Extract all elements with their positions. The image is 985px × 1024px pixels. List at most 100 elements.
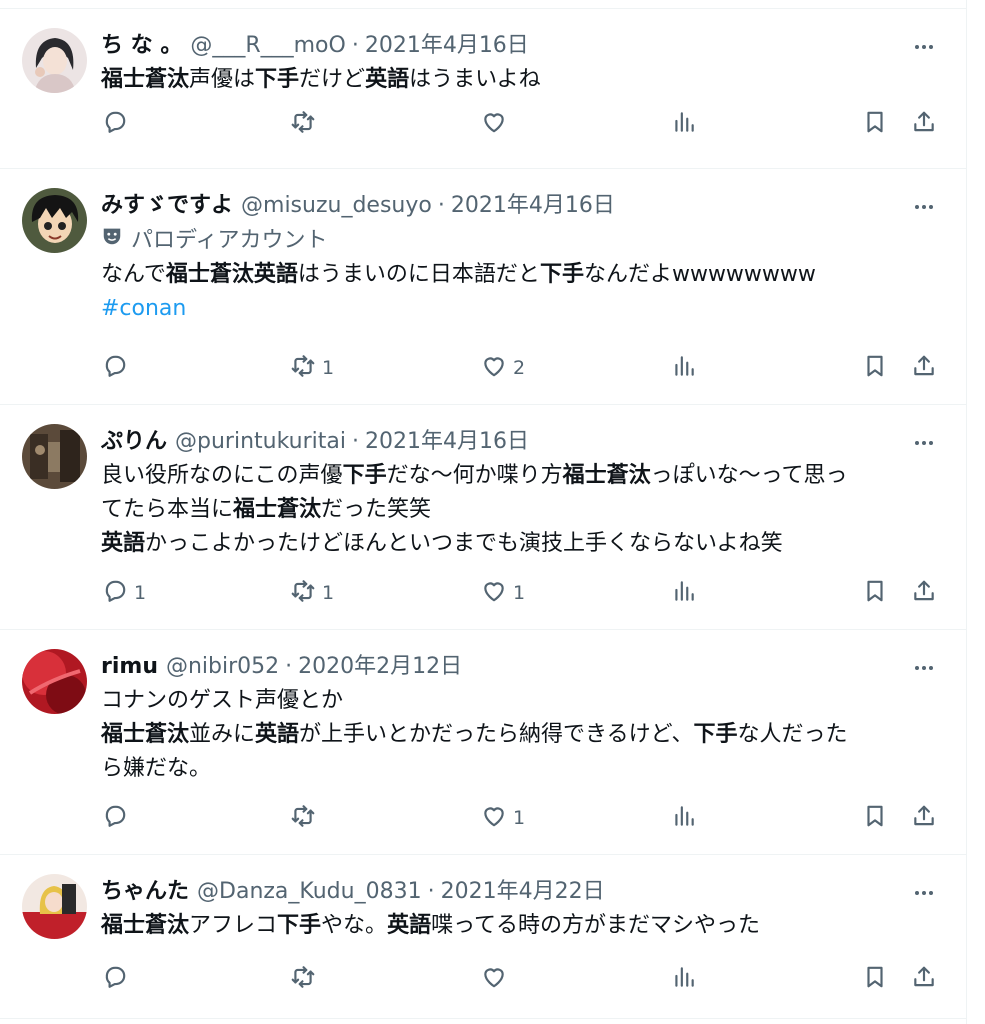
bookmark-button[interactable] (862, 577, 888, 609)
tweet-text-line: #conan (101, 292, 944, 326)
reply-button[interactable] (102, 108, 134, 140)
display-name[interactable]: ち な 。 (101, 31, 182, 61)
avatar[interactable] (22, 649, 87, 714)
bookmark-icon (862, 803, 888, 834)
share-button[interactable] (911, 352, 937, 384)
text-segment: だな〜何か喋り方 (386, 463, 563, 488)
speech-bubble-icon (102, 578, 128, 609)
user-handle[interactable]: @misuzu_desuyo (241, 191, 432, 221)
like-button[interactable] (481, 963, 513, 995)
avatar[interactable] (22, 424, 87, 489)
user-handle[interactable]: @nibir052 (166, 652, 279, 682)
highlighted-keyword: 福士蒼汰 (101, 722, 190, 747)
views-button[interactable] (671, 963, 697, 995)
tweet-card[interactable]: ちゃんた @Danza_Kudu_0831 · 2021年4月22日 福士蒼汰アフレコ下… (0, 855, 966, 1019)
text-segment: 喋ってる時の方がまだマシやった (431, 913, 760, 938)
share-upload-icon (911, 109, 937, 140)
more-options-icon[interactable] (908, 431, 940, 455)
user-handle[interactable]: @Danza_Kudu_0831 (197, 877, 422, 907)
tweet-header: ち な 。 @___R___moO · 2021年4月16日 (101, 31, 944, 61)
views-button[interactable] (671, 802, 697, 834)
bookmark-button[interactable] (862, 802, 888, 834)
retweet-button[interactable] (290, 963, 322, 995)
views-button[interactable] (671, 352, 697, 384)
text-segment: が上手いとかだったら納得できるけど、 (299, 722, 694, 747)
share-button[interactable] (911, 577, 937, 609)
bookmark-button[interactable] (862, 963, 888, 995)
tweet-content: みすゞですよ @misuzu_desuyo · 2021年4月16日 パロディアカウント… (101, 191, 944, 326)
tweet-card[interactable]: ぷりん @purintukuritai · 2021年4月16日 良い役所なのにこの声優… (0, 405, 966, 630)
avatar[interactable] (22, 188, 87, 253)
retweet-button[interactable] (290, 108, 322, 140)
avatar[interactable] (22, 874, 87, 939)
highlighted-keyword: 下手 (693, 722, 738, 747)
like-button[interactable]: 1 (481, 802, 525, 834)
user-handle[interactable]: @purintukuritai (175, 427, 346, 457)
speech-bubble-icon (102, 109, 128, 140)
more-options-icon[interactable] (908, 195, 940, 219)
highlighted-keyword: 福士蒼汰 (233, 497, 322, 522)
bar-chart-icon (671, 353, 697, 384)
reply-button[interactable]: 1 (102, 577, 146, 609)
reply-button[interactable] (102, 963, 134, 995)
reply-button[interactable] (102, 352, 134, 384)
tweet-feed: ち な 。 @___R___moO · 2021年4月16日 福士蒼汰声優は下手だけど英… (0, 0, 967, 1024)
tweet-date[interactable]: 2021年4月16日 (365, 31, 529, 61)
bar-chart-icon (671, 109, 697, 140)
share-upload-icon (911, 803, 937, 834)
more-options-icon[interactable] (908, 35, 940, 59)
tweet-card[interactable]: ち な 。 @___R___moO · 2021年4月16日 福士蒼汰声優は下手だけど英… (0, 9, 966, 169)
action-bar: 1 (0, 802, 966, 834)
hashtag-link[interactable]: #conan (101, 296, 186, 321)
avatar[interactable] (22, 28, 87, 93)
bar-chart-icon (671, 964, 697, 995)
retweet-button[interactable]: 1 (290, 352, 334, 384)
text-segment: 並みに (189, 722, 256, 747)
like-button[interactable]: 1 (481, 577, 525, 609)
bookmark-button[interactable] (862, 108, 888, 140)
share-button[interactable] (911, 802, 937, 834)
display-name[interactable]: ぷりん (101, 427, 167, 457)
bookmark-icon (862, 109, 888, 140)
retweet-arrows-icon (290, 578, 316, 609)
tweet-content: ち な 。 @___R___moO · 2021年4月16日 福士蒼汰声優は下手だけど英… (101, 31, 944, 97)
display-name[interactable]: みすゞですよ (101, 191, 233, 221)
highlighted-keyword: 下手 (342, 463, 387, 488)
tweet-date[interactable]: 2020年2月12日 (298, 652, 462, 682)
more-options-icon[interactable] (908, 656, 940, 680)
tweet-text: 福士蒼汰声優は下手だけど英語はうまいよね (101, 63, 944, 97)
highlighted-keyword: 英語 (365, 67, 410, 92)
display-name[interactable]: ちゃんた (101, 877, 189, 907)
reply-button[interactable] (102, 802, 134, 834)
text-segment: はうまいのに日本語だと (297, 262, 540, 287)
views-button[interactable] (671, 577, 697, 609)
like-button[interactable] (481, 108, 513, 140)
user-handle[interactable]: @___R___moO (190, 31, 346, 61)
tweet-text-line: なんで福士蒼汰英語はうまいのに日本語だと下手なんだよwwwwwwww (101, 258, 944, 292)
like-button[interactable]: 2 (481, 352, 525, 384)
retweet-arrows-icon (290, 353, 316, 384)
tweet-text: コナンのゲスト声優とか 福士蒼汰並みに英語が上手いとかだったら納得できるけど、下手… (101, 684, 944, 786)
tweet-card[interactable]: rimu @nibir052 · 2020年2月12日 コナンのゲスト声優とか 福士蒼汰並… (0, 630, 966, 855)
tweet-card[interactable]: みすゞですよ @misuzu_desuyo · 2021年4月16日 パロディアカウント… (0, 169, 966, 405)
speech-bubble-icon (102, 803, 128, 834)
retweet-button[interactable]: 1 (290, 577, 334, 609)
views-button[interactable] (671, 108, 697, 140)
like-count: 1 (513, 582, 526, 604)
retweet-count: 1 (322, 582, 335, 604)
display-name[interactable]: rimu (101, 652, 158, 682)
bookmark-button[interactable] (862, 352, 888, 384)
share-button[interactable] (911, 108, 937, 140)
retweet-button[interactable] (290, 802, 322, 834)
highlighted-keyword: 英語 (101, 531, 146, 556)
more-options-icon[interactable] (908, 881, 940, 905)
text-segment: っぽいな〜って思っ (650, 463, 848, 488)
bookmark-icon (862, 578, 888, 609)
share-button[interactable] (911, 963, 937, 995)
separator-dot: · (351, 33, 359, 58)
tweet-date[interactable]: 2021年4月22日 (441, 877, 605, 907)
tweet-date[interactable]: 2021年4月16日 (451, 191, 615, 221)
tweet-text: 福士蒼汰アフレコ下手やな。英語喋ってる時の方がまだマシやった (101, 909, 944, 943)
tweet-text-line: 福士蒼汰アフレコ下手やな。英語喋ってる時の方がまだマシやった (101, 909, 944, 943)
tweet-date[interactable]: 2021年4月16日 (365, 427, 529, 457)
